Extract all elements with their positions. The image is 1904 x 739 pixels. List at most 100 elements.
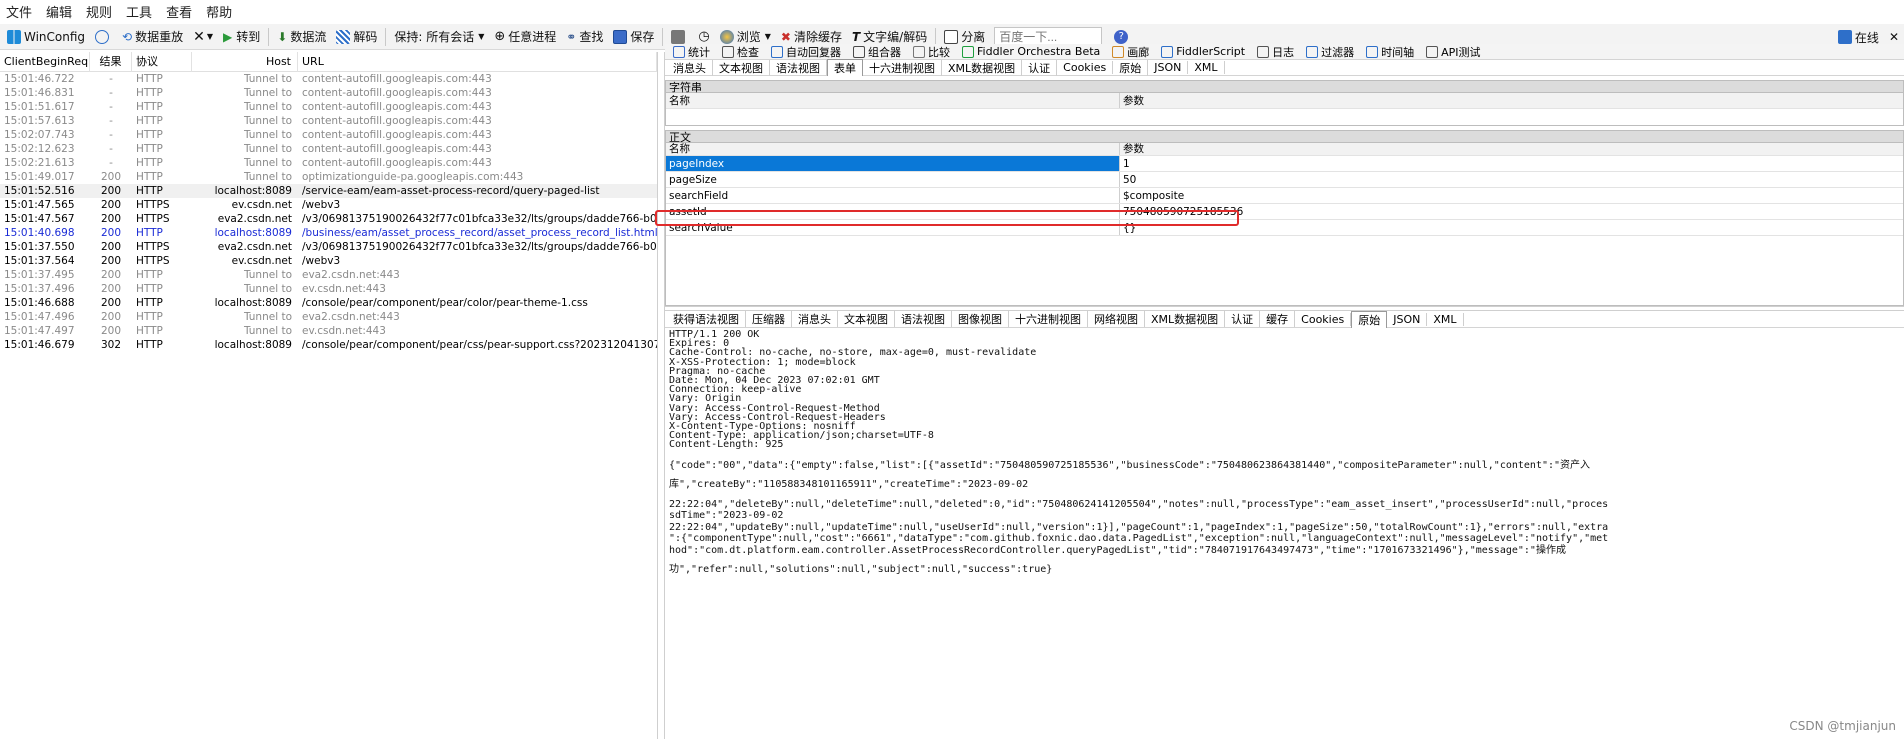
menu-file[interactable]: 文件 [6,2,32,21]
session-row[interactable]: 15:02:07.743 - HTTP Tunnel to content-autofi… [0,128,657,142]
session-row[interactable]: 15:01:57.613 - HTTP Tunnel to content-autofi… [0,114,657,128]
inspector-tab[interactable]: 组合器 [847,44,907,60]
session-row[interactable]: 15:01:47.565 200 HTTPS ev.csdn.net/webv3 [0,198,657,212]
go-button[interactable]: ▶ 转到 [218,26,265,48]
request-tab[interactable]: XML数据视图 [942,59,1023,76]
request-tab[interactable]: 表单 [827,59,863,76]
text-encode-label: 文字编/解码 [863,30,928,44]
decode-button[interactable]: 解码 [331,26,382,48]
column-header[interactable]: URL [298,52,657,72]
response-tab[interactable]: 压缩器 [746,311,792,327]
session-cell-result: 200 [100,171,122,183]
response-tab[interactable]: XML数据视图 [1145,311,1226,327]
session-row[interactable]: 15:01:47.496 200 HTTP Tunnel to eva2.csdn.ne… [0,310,657,324]
response-tab[interactable]: 网络视图 [1088,311,1145,327]
session-row[interactable]: 15:01:46.679 302 HTTP localhost:8089/consol… [0,338,657,352]
response-tab[interactable]: 认证 [1225,311,1261,327]
save-button[interactable]: 保存 [608,26,659,48]
menu-tools[interactable]: 工具 [126,2,152,21]
inspector-tab[interactable]: 比较 [907,44,956,60]
session-row[interactable]: 15:01:46.831 - HTTP Tunnel to content-autofi… [0,86,657,100]
query-name-header: 名称 [666,93,1120,108]
remove-button[interactable]: ✕ ▼ [188,26,218,48]
request-tab[interactable]: 十六进制视图 [863,59,942,76]
help-icon[interactable]: ? [1114,29,1129,44]
response-tab[interactable]: 十六进制视图 [1009,311,1088,327]
column-header[interactable]: Host [192,52,298,72]
replay-button[interactable]: ⟲ 数据重放 [117,26,188,48]
request-tab[interactable]: 原始 [1113,59,1149,76]
vertical-splitter[interactable] [657,52,665,739]
inspector-tab[interactable]: API测试 [1420,44,1486,60]
session-cell-url: content-autofill.googleapis.com:443 [302,87,492,99]
session-row[interactable]: 15:01:51.617 - HTTP Tunnel to content-autofi… [0,100,657,114]
session-cell-proto: HTTP [136,115,163,127]
winconfig-button[interactable]: WinConfig [2,26,90,48]
any-process-button[interactable]: ⊕ 任意进程 [489,26,561,48]
session-row[interactable]: 15:01:46.688 200 HTTP localhost:8089/consol… [0,296,657,310]
inspector-tab[interactable]: 画廊 [1106,44,1155,60]
session-row[interactable]: 15:01:37.495 200 HTTP Tunnel to eva2.csdn.ne… [0,268,657,282]
inspector-tab[interactable]: 过滤器 [1300,44,1360,60]
form-row-name: pageIndex [666,156,1120,171]
session-cell-host: Tunnel to [243,115,292,127]
session-row[interactable]: 15:01:49.017 200 HTTP Tunnel to optimization… [0,170,657,184]
column-header[interactable]: 结果 [90,52,132,72]
session-row[interactable]: 15:01:37.564 200 HTTPS ev.csdn.net/webv3 [0,254,657,268]
response-tab[interactable]: 原始 [1351,310,1388,328]
menu-help[interactable]: 帮助 [206,2,232,21]
session-cell-time: 15:01:49.017 [4,171,75,183]
inspector-tab[interactable]: 时间轴 [1360,44,1420,60]
stream-button[interactable]: ⬇ 数据流 [272,26,331,48]
session-row[interactable]: 15:01:47.497 200 HTTP Tunnel to ev.csdn.net:… [0,324,657,338]
response-tab[interactable]: 语法视图 [895,311,952,327]
comment-button[interactable] [90,26,117,48]
inspector-tab[interactable]: Fiddler Orchestra Beta [956,45,1106,58]
response-tab[interactable]: 图像视图 [952,311,1009,327]
inspector-tab[interactable]: 检查 [716,44,765,60]
request-tab[interactable]: 消息头 [667,59,713,76]
form-row[interactable]: searchField $composite [666,188,1903,204]
form-row[interactable]: pageIndex 1 [666,156,1903,172]
session-cell-result: - [109,129,113,141]
menu-rules[interactable]: 规则 [86,2,112,21]
response-tab[interactable]: 文本视图 [838,311,895,327]
response-tab[interactable]: 缓存 [1260,311,1296,327]
inspector-tab[interactable]: 统计 [667,44,716,60]
session-row[interactable]: 15:01:52.516 200 HTTP localhost:8089/servic… [0,184,657,198]
request-tab[interactable]: JSON [1148,61,1189,74]
response-tab[interactable]: 获得语法视图 [667,311,746,327]
inspector-tab[interactable]: 日志 [1251,44,1300,60]
session-row[interactable]: 15:02:12.623 - HTTP Tunnel to content-autofi… [0,142,657,156]
request-tab[interactable]: 认证 [1022,59,1058,76]
form-row[interactable]: pageSize 50 [666,172,1903,188]
request-tab[interactable]: Cookies [1057,61,1114,74]
inspector-tab[interactable]: 自动回复器 [765,44,847,60]
request-tab[interactable]: 语法视图 [770,59,827,76]
response-tab[interactable]: JSON [1387,312,1428,326]
find-button[interactable]: ⚭ 查找 [561,26,608,48]
session-row[interactable]: 15:01:37.550 200 HTTPS eva2.csdn.net/v3/069… [0,240,657,254]
session-row[interactable]: 15:01:47.567 200 HTTPS eva2.csdn.net/v3/069… [0,212,657,226]
session-cell-url: /console/pear/component/pear/css/pear-su… [302,339,657,351]
menu-view[interactable]: 查看 [166,2,192,21]
session-row[interactable]: 15:01:46.722 - HTTP Tunnel to content-autofi… [0,72,657,86]
inspector-tab-label: 时间轴 [1381,45,1415,59]
response-header-line: X-XSS-Protection: 1; mode=block [669,356,856,368]
response-tab[interactable]: Cookies [1295,312,1352,326]
menu-edit[interactable]: 编辑 [46,2,72,21]
session-row[interactable]: 15:01:37.496 200 HTTP Tunnel to ev.csdn.net:… [0,282,657,296]
session-row[interactable]: 15:02:21.613 - HTTP Tunnel to content-autofi… [0,156,657,170]
column-header[interactable]: 协议 [132,52,192,72]
column-header[interactable]: ClientBeginRequest [0,52,90,72]
inspector-tab[interactable]: FiddlerScript [1155,45,1251,58]
session-cell-time: 15:01:46.688 [4,297,75,309]
request-tab[interactable]: 文本视图 [713,59,770,76]
session-cell-proto: HTTP [136,101,163,113]
response-tab[interactable]: 消息头 [792,311,838,327]
keep-sessions-dropdown[interactable]: 保持: 所有会话 ▼ [389,26,489,48]
session-row[interactable]: 15:01:40.698 200 HTTP localhost:8089/busine… [0,226,657,240]
response-tab[interactable]: XML [1427,312,1464,326]
request-tab[interactable]: XML [1188,61,1225,74]
inspector-tab-label: 过滤器 [1321,45,1355,59]
